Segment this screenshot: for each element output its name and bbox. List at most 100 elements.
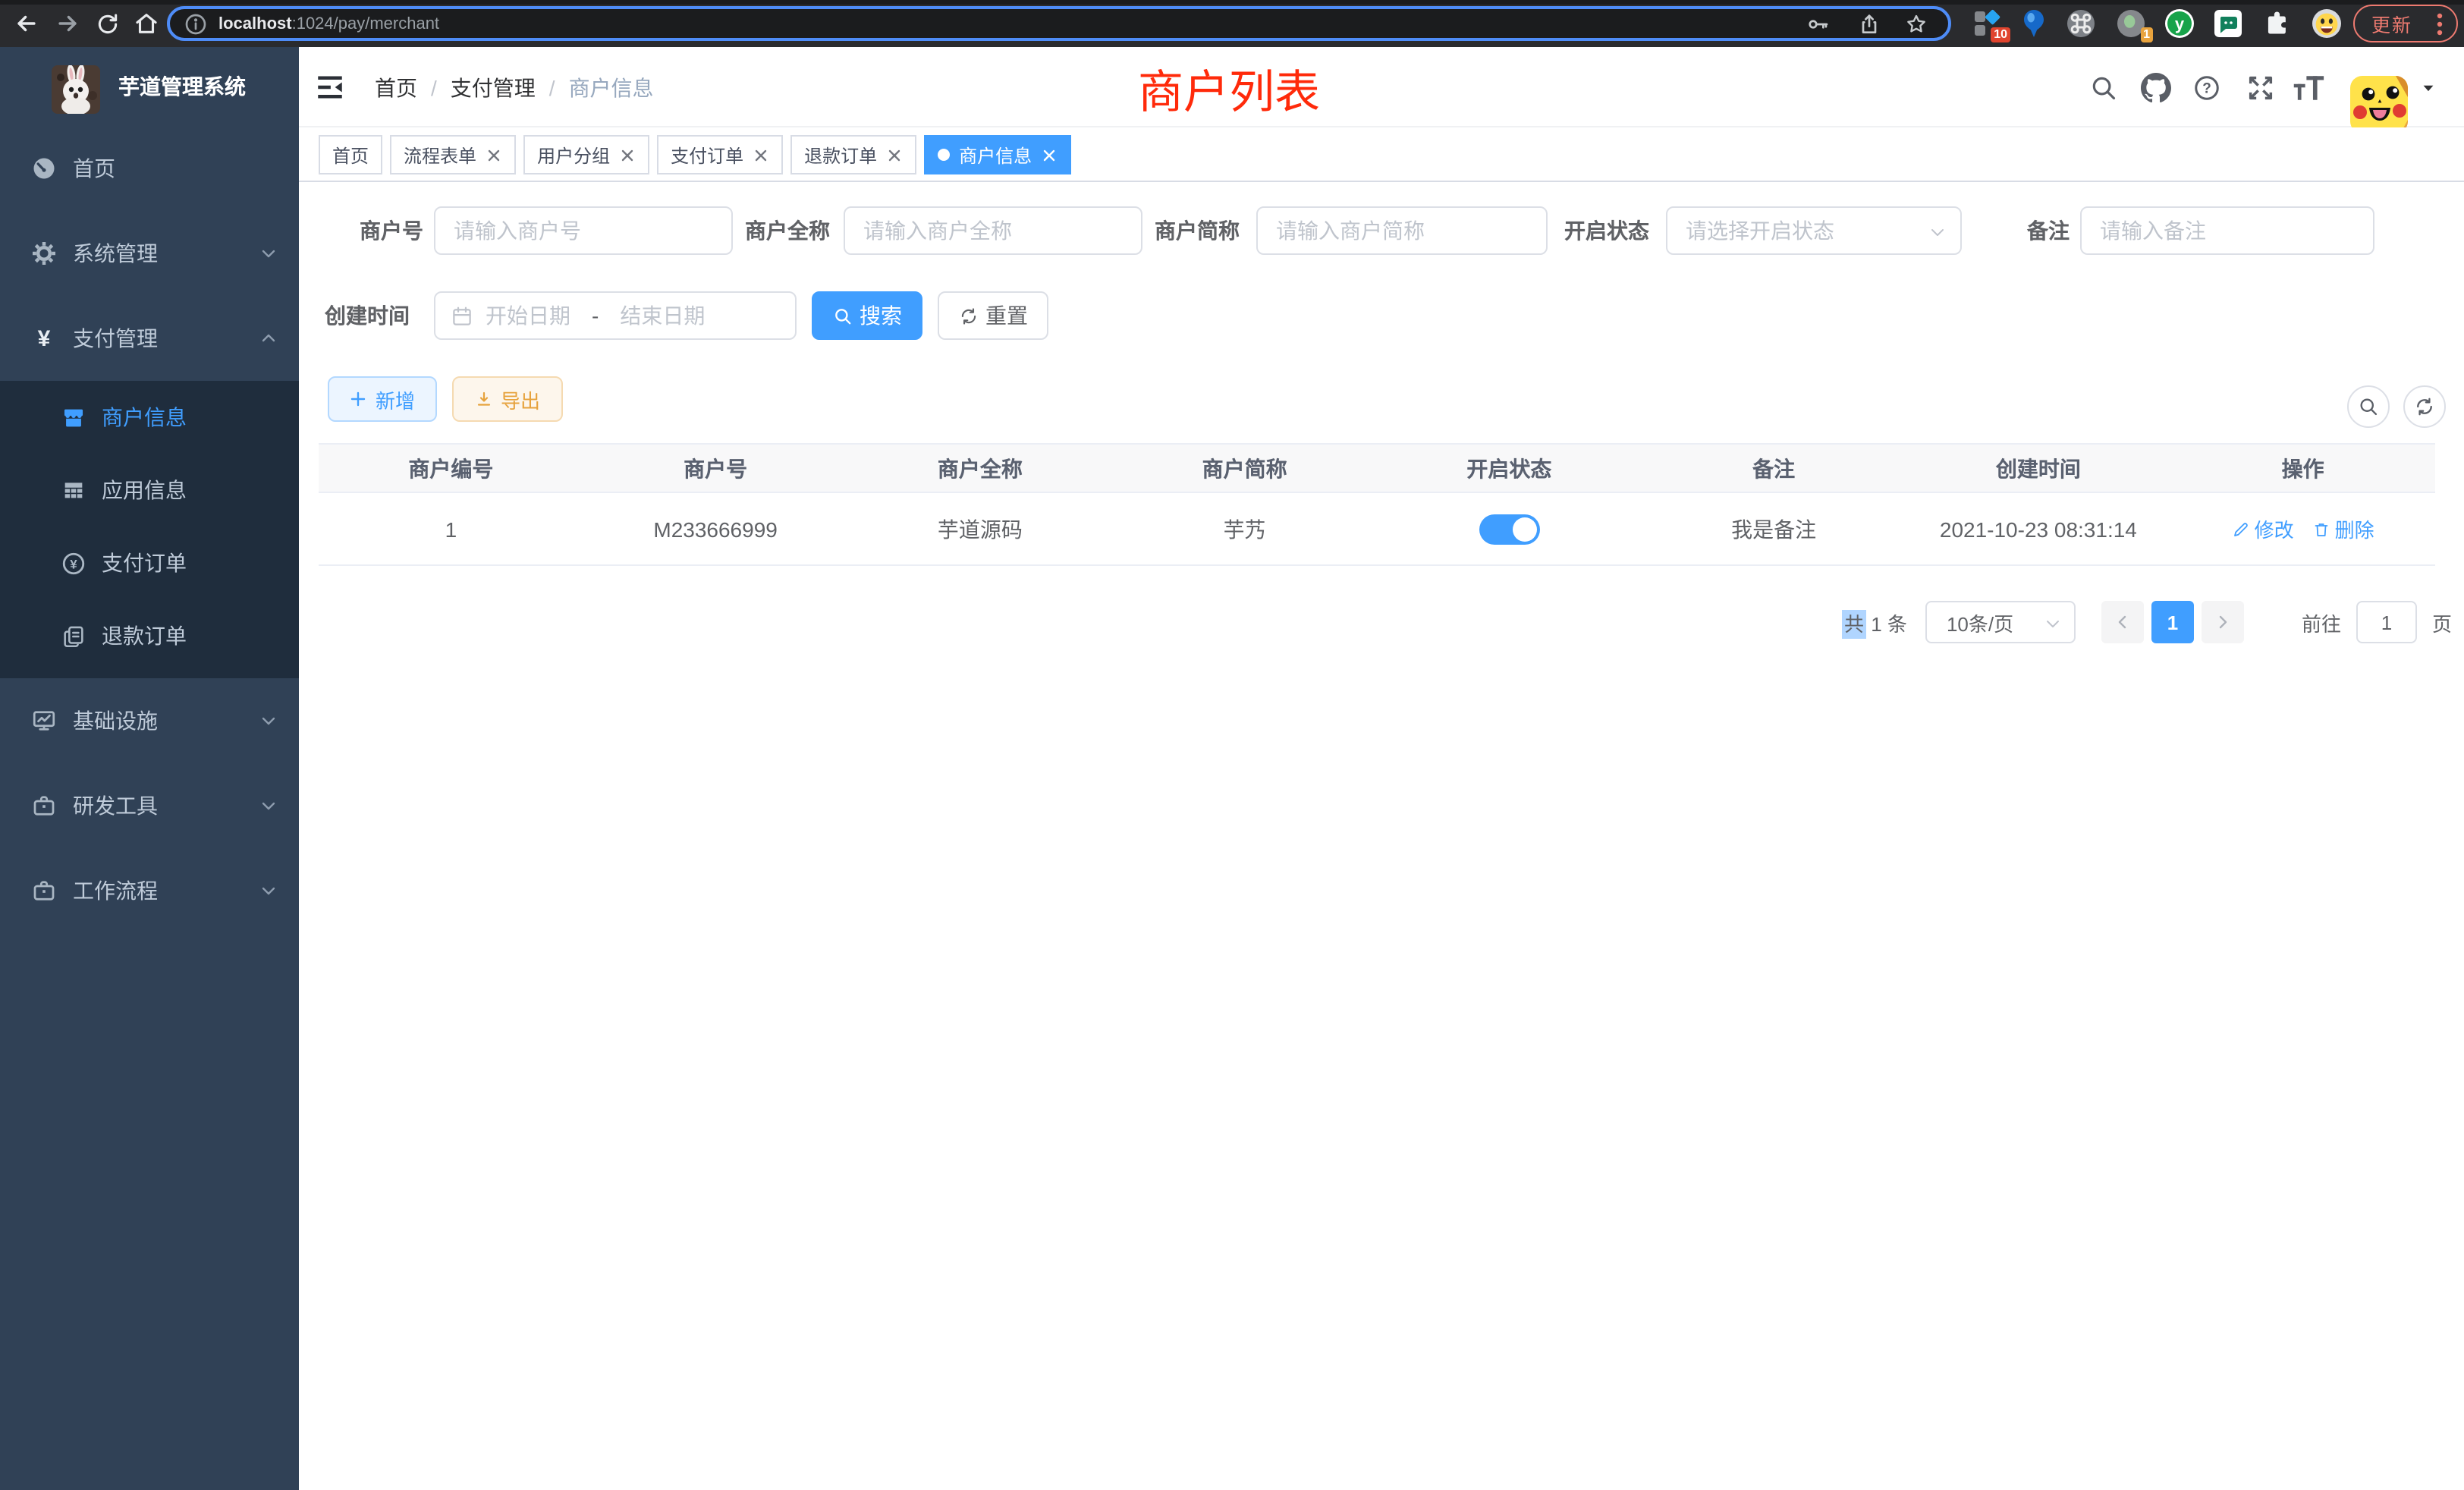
breadcrumb-section[interactable]: 支付管理 (451, 72, 536, 102)
rabbit-logo-icon (52, 65, 100, 114)
user-avatar[interactable] (2350, 76, 2408, 134)
breadcrumb-home[interactable]: 首页 (375, 72, 417, 102)
close-tab-icon[interactable] (618, 146, 636, 164)
col-header-merchant-id: 商户编号 (319, 445, 583, 492)
remark-input[interactable] (2080, 206, 2374, 255)
browser-extensions-menu[interactable] (2262, 9, 2291, 38)
browser-forward-button[interactable] (53, 9, 82, 38)
table-row: 1 M233666999 芋道源码 芋艿 我是备注 2021-10-23 08:… (319, 493, 2435, 566)
extension-y-icon[interactable]: y (2165, 9, 2194, 38)
create-time-label: 创建时间 (322, 291, 410, 340)
fullscreen-icon[interactable] (2246, 72, 2276, 102)
tab-pay-order[interactable]: 支付订单 (657, 135, 783, 174)
pikachu-avatar-icon (2350, 76, 2408, 134)
home-icon (134, 11, 159, 36)
search-icon[interactable] (2089, 73, 2118, 102)
svg-text:y: y (2175, 14, 2185, 33)
status-select[interactable]: 请选择开启状态 (1666, 206, 1962, 255)
prev-page-button[interactable] (2101, 601, 2144, 643)
page-info-icon[interactable] (184, 11, 208, 36)
browser-back-button[interactable] (12, 9, 41, 38)
status-toggle-on[interactable] (1479, 514, 1539, 544)
search-button[interactable]: 搜索 (812, 291, 922, 340)
share-icon[interactable] (1857, 11, 1881, 36)
hide-search-button[interactable] (2347, 385, 2390, 428)
help-icon[interactable]: ? (2192, 73, 2221, 102)
tab-merchant-info[interactable]: 商户信息 (924, 135, 1071, 174)
cell-full-name: 芋道源码 (848, 493, 1113, 566)
start-date-placeholder[interactable]: 开始日期 (486, 300, 570, 331)
chevron-left-icon (2114, 613, 2132, 631)
goto-page-input[interactable] (2356, 601, 2417, 643)
chevron-down-icon (2044, 615, 2062, 633)
end-date-placeholder[interactable]: 结束日期 (620, 300, 705, 331)
app-title: 芋道管理系统 (118, 47, 246, 126)
tab-home[interactable]: 首页 (319, 135, 382, 174)
chevron-down-icon (259, 797, 278, 815)
col-header-short-name: 商户简称 (1112, 445, 1377, 492)
add-button[interactable]: 新增 (328, 376, 437, 422)
extension-tab-manager-icon[interactable]: 10 (1974, 9, 2003, 38)
sidebar: 芋道管理系统 首页 系统管理 (0, 47, 299, 1490)
extension-balloon-icon[interactable] (2019, 9, 2048, 38)
refresh-table-button[interactable] (2403, 385, 2446, 428)
sidebar-item-system[interactable]: 系统管理 (0, 211, 299, 296)
close-tab-icon[interactable] (1039, 146, 1058, 164)
extension-recorder-icon[interactable]: 1 (2117, 9, 2145, 38)
chevron-down-icon (259, 882, 278, 900)
bookmark-star-icon[interactable] (1904, 11, 1928, 36)
create-time-range-picker[interactable]: 开始日期 - 结束日期 (434, 291, 797, 340)
page-size-select[interactable]: 10条/页 (1925, 601, 2076, 643)
reload-icon (95, 11, 119, 36)
tab-user-group[interactable]: 用户分组 (523, 135, 649, 174)
close-tab-icon[interactable] (484, 146, 502, 164)
short-name-input[interactable] (1256, 206, 1548, 255)
kebab-menu-icon[interactable] (2437, 12, 2443, 36)
sidebar-item-app-info[interactable]: 应用信息 (0, 454, 299, 527)
caret-down-icon[interactable] (2420, 79, 2437, 96)
tab-refund-order[interactable]: 退款订单 (790, 135, 916, 174)
tab-process-form[interactable]: 流程表单 (390, 135, 516, 174)
merchant-table: 商户编号 商户号 商户全称 商户简称 开启状态 备注 创建时间 操作 1 M23… (319, 443, 2435, 566)
font-size-icon[interactable] (2293, 74, 2324, 101)
sidebar-item-payment[interactable]: ¥ 支付管理 (0, 296, 299, 381)
address-bar[interactable]: localhost:1024/pay/merchant (167, 6, 1951, 41)
sidebar-item-pay-order[interactable]: ¥ 支付订单 (0, 527, 299, 599)
merchant-no-input[interactable] (434, 206, 733, 255)
export-button[interactable]: 导出 (452, 376, 563, 422)
extension-chat-icon[interactable] (2214, 9, 2242, 38)
page-number-current[interactable]: 1 (2151, 601, 2194, 643)
next-page-button[interactable] (2202, 601, 2244, 643)
app-logo-rabbit (52, 65, 100, 114)
browser-home-button[interactable] (132, 9, 161, 38)
close-tab-icon[interactable] (885, 146, 903, 164)
url-host: localhost (218, 14, 292, 33)
extension-command-icon[interactable] (2066, 9, 2095, 38)
reset-button[interactable]: 重置 (938, 291, 1048, 340)
tab-label: 首页 (332, 142, 369, 168)
close-tab-icon[interactable] (751, 146, 769, 164)
password-key-icon[interactable] (1806, 11, 1830, 36)
col-header-remark: 备注 (1642, 445, 1906, 492)
sidebar-item-merchant-info[interactable]: 商户信息 (0, 381, 299, 454)
active-tab-dot (938, 149, 950, 161)
sidebar-collapse-button[interactable] (314, 71, 346, 103)
delete-link[interactable]: 删除 (2312, 514, 2374, 543)
browser-update-button[interactable]: 更新 (2353, 5, 2458, 42)
browser-profile-avatar[interactable] (2312, 9, 2341, 38)
browser-reload-button[interactable] (93, 9, 121, 38)
command-symbol-icon (2066, 9, 2095, 38)
sidebar-item-home[interactable]: 首页 (0, 126, 299, 211)
sidebar-item-infrastructure[interactable]: 基础设施 (0, 678, 299, 763)
sidebar-item-label: 系统管理 (73, 238, 158, 269)
sidebar-item-dev-tools[interactable]: 研发工具 (0, 763, 299, 848)
blue-balloon-icon (2019, 9, 2048, 38)
github-icon[interactable] (2141, 72, 2171, 102)
trash-icon (2312, 520, 2330, 538)
goto-label: 前往 (2302, 608, 2341, 637)
edit-link[interactable]: 修改 (2232, 514, 2294, 543)
full-name-input[interactable] (844, 206, 1142, 255)
sidebar-item-workflow[interactable]: 工作流程 (0, 848, 299, 933)
breadcrumb-separator: / (549, 75, 555, 99)
app-logo-row[interactable]: 芋道管理系统 (0, 47, 299, 126)
